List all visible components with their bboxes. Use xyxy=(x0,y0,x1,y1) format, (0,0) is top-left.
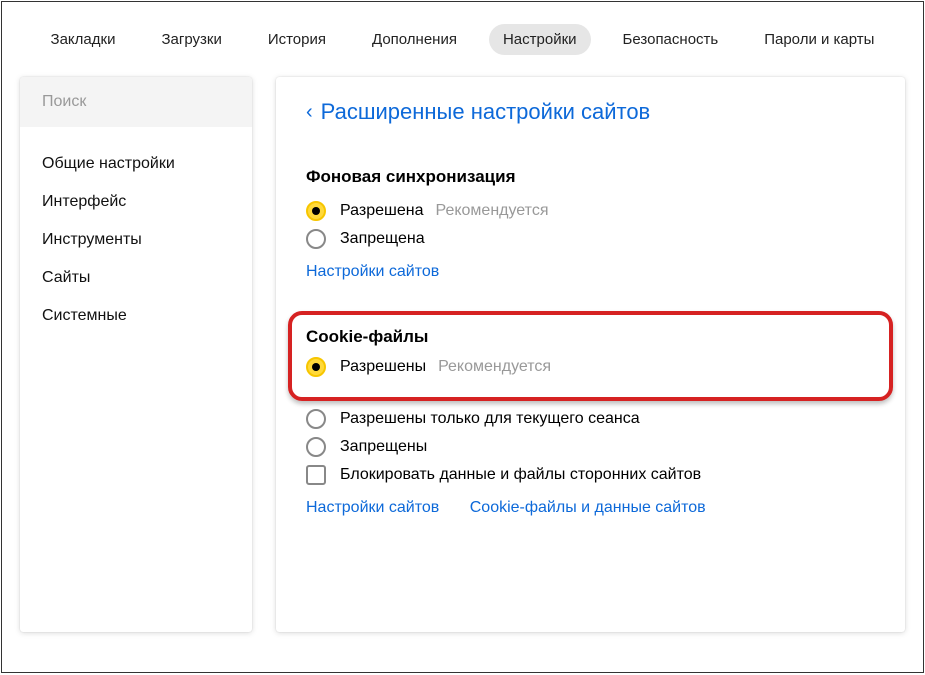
option-label: Блокировать данные и файлы сторонних сай… xyxy=(340,466,701,484)
option-label: Запрещены xyxy=(340,438,427,456)
radio-icon xyxy=(306,437,326,457)
option-label: Разрешены только для текущего сеанса xyxy=(340,410,640,428)
nav-security[interactable]: Безопасность xyxy=(609,24,733,55)
cookies-section-title: Cookie-файлы xyxy=(306,327,875,347)
option-label: Разрешена xyxy=(340,202,423,220)
sync-option-allowed[interactable]: Разрешена Рекомендуется xyxy=(306,201,875,221)
nav-history[interactable]: История xyxy=(254,24,340,55)
sidebar-item-general[interactable]: Общие настройки xyxy=(42,145,230,183)
cookies-site-settings-link[interactable]: Настройки сайтов xyxy=(306,499,439,516)
radio-icon xyxy=(306,409,326,429)
option-label: Разрешены xyxy=(340,358,426,376)
sidebar-item-sites[interactable]: Сайты xyxy=(42,259,230,297)
sidebar-item-system[interactable]: Системные xyxy=(42,297,230,335)
nav-settings[interactable]: Настройки xyxy=(489,24,591,55)
radio-icon xyxy=(306,357,326,377)
sidebar-item-interface[interactable]: Интерфейс xyxy=(42,183,230,221)
sidebar-item-tools[interactable]: Инструменты xyxy=(42,221,230,259)
cookies-data-link[interactable]: Cookie-файлы и данные сайтов xyxy=(470,499,706,516)
radio-icon xyxy=(306,201,326,221)
cookies-option-session[interactable]: Разрешены только для текущего сеанса xyxy=(306,409,875,429)
page-title[interactable]: Расширенные настройки сайтов xyxy=(321,99,651,125)
cookies-highlight: Cookie-файлы Разрешены Рекомендуется xyxy=(288,311,893,401)
radio-icon xyxy=(306,229,326,249)
option-label: Запрещена xyxy=(340,230,425,248)
sync-section-title: Фоновая синхронизация xyxy=(306,167,875,187)
settings-sidebar: Поиск Общие настройки Интерфейс Инструме… xyxy=(20,77,252,632)
nav-downloads[interactable]: Загрузки xyxy=(147,24,235,55)
option-hint: Рекомендуется xyxy=(435,202,548,220)
main-content: ‹ Расширенные настройки сайтов Фоновая с… xyxy=(276,77,905,632)
search-input[interactable]: Поиск xyxy=(20,77,252,127)
top-navigation: Закладки Загрузки История Дополнения Нас… xyxy=(2,2,923,77)
nav-passwords[interactable]: Пароли и карты xyxy=(750,24,888,55)
nav-bookmarks[interactable]: Закладки xyxy=(37,24,130,55)
nav-addons[interactable]: Дополнения xyxy=(358,24,471,55)
cookies-block-thirdparty[interactable]: Блокировать данные и файлы сторонних сай… xyxy=(306,465,875,485)
sync-site-settings-link[interactable]: Настройки сайтов xyxy=(306,263,439,280)
sync-option-denied[interactable]: Запрещена xyxy=(306,229,875,249)
cookies-option-denied[interactable]: Запрещены xyxy=(306,437,875,457)
option-hint: Рекомендуется xyxy=(438,358,551,376)
checkbox-icon xyxy=(306,465,326,485)
back-chevron-icon[interactable]: ‹ xyxy=(306,101,313,124)
cookies-option-allowed[interactable]: Разрешены Рекомендуется xyxy=(306,357,875,377)
